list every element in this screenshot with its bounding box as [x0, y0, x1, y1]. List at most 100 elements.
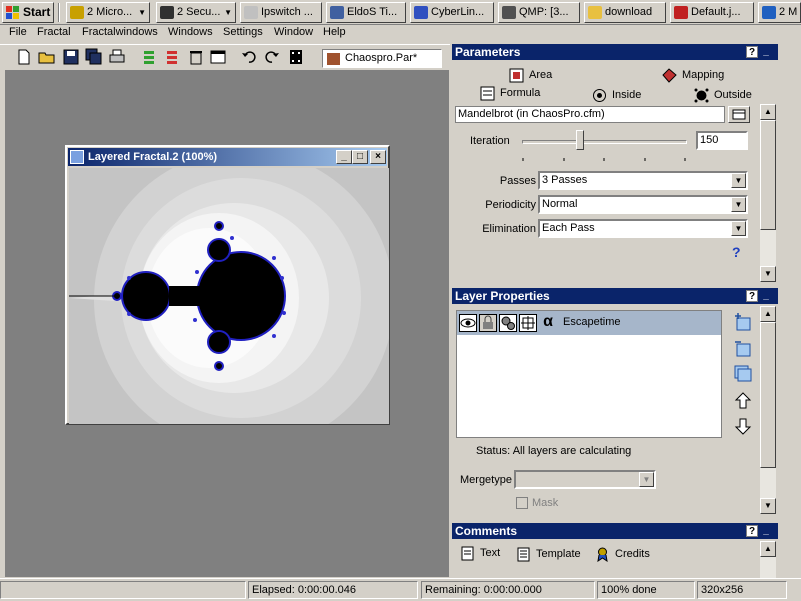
help-icon[interactable]: ?	[746, 290, 758, 302]
formula-name-field[interactable]: Mandelbrot (in ChaosPro.cfm)	[455, 106, 725, 123]
mask-checkbox[interactable]	[516, 497, 528, 509]
periodicity-select[interactable]: Normal ▼	[538, 195, 748, 214]
chevron-down-icon[interactable]: ▼	[731, 197, 746, 212]
periodicity-label: Periodicity	[485, 199, 536, 211]
fractal-window[interactable]: Layered Fractal.2 (100%) _ □ ×	[65, 145, 390, 425]
taskbar-item[interactable]: 2 Micro... ▼	[66, 2, 150, 23]
move-layer-down-icon[interactable]	[733, 416, 753, 436]
start-button[interactable]: Start	[2, 2, 54, 23]
tab-formula[interactable]: Formula	[478, 84, 541, 103]
tab-template[interactable]: Template	[514, 545, 581, 564]
status-size: 320x256	[697, 581, 787, 599]
taskbar-item[interactable]: 2 Secu... ▼	[156, 2, 236, 23]
taskbar-item[interactable]: Ipswitch ...	[240, 2, 322, 23]
question-icon[interactable]: ?	[732, 244, 741, 260]
insert-layer-icon[interactable]	[733, 338, 753, 358]
tab-credits[interactable]: Credits	[593, 545, 650, 564]
tab-text[interactable]: Text	[458, 544, 500, 563]
save-icon[interactable]	[62, 48, 80, 66]
taskbar-item[interactable]: Default.j...	[670, 2, 754, 23]
transform-icon[interactable]	[519, 314, 537, 332]
help-icon[interactable]: ?	[746, 525, 758, 537]
elimination-value: Each Pass	[542, 222, 595, 234]
add-layer-icon[interactable]	[733, 312, 753, 332]
tab-mapping[interactable]: Mapping	[660, 66, 724, 85]
chevron-down-icon[interactable]: ▼	[731, 221, 746, 236]
iteration-slider-thumb[interactable]	[575, 130, 584, 150]
chevron-down-icon[interactable]: ▼	[639, 472, 654, 487]
taskbar-item-label: 2 Secu...	[177, 6, 221, 18]
tab-outside[interactable]: Outside	[692, 86, 752, 105]
menu-settings[interactable]: Settings	[223, 26, 263, 38]
layer-remove-icon[interactable]	[163, 48, 181, 66]
save-all-icon[interactable]	[85, 48, 103, 66]
menu-file[interactable]: File	[9, 26, 27, 38]
mergetype-select[interactable]: ▼	[514, 470, 656, 489]
folder-clock-icon	[70, 6, 84, 19]
scroll-up-icon[interactable]: ▲	[760, 306, 776, 322]
minimize-icon[interactable]: _	[760, 290, 772, 302]
inside-icon	[592, 88, 607, 103]
new-file-icon[interactable]	[15, 48, 33, 66]
layer-add-icon[interactable]	[140, 48, 158, 66]
menu-window[interactable]: Window	[274, 26, 313, 38]
scroll-thumb[interactable]	[760, 120, 776, 230]
tab-area[interactable]: Area	[507, 66, 552, 85]
help-icon[interactable]: ?	[746, 46, 758, 58]
scroll-up-icon[interactable]: ▲	[760, 104, 776, 120]
formula-icon	[480, 86, 495, 101]
scroll-thumb[interactable]	[760, 322, 776, 468]
menu-help[interactable]: Help	[323, 26, 346, 38]
taskbar-item[interactable]: EldoS Ti...	[326, 2, 406, 23]
windows-logo-icon	[6, 6, 20, 19]
comments-scrollbar[interactable]: ▲	[760, 541, 776, 578]
layer-row[interactable]: α Escapetime	[457, 311, 721, 335]
formula-browse-icon[interactable]	[728, 106, 750, 123]
iteration-slider-track[interactable]	[522, 140, 687, 144]
fractal-canvas[interactable]	[69, 168, 389, 424]
tab-inside[interactable]: Inside	[590, 86, 641, 105]
menu-fractalwindows[interactable]: Fractalwindows	[82, 26, 158, 38]
passes-select[interactable]: 3 Passes ▼	[538, 171, 748, 190]
passes-value: 3 Passes	[542, 174, 588, 186]
parameters-scrollbar[interactable]: ▲ ▼	[760, 104, 776, 282]
fractal-window-titlebar[interactable]: Layered Fractal.2 (100%) _ □ ×	[68, 148, 387, 166]
trash-icon[interactable]	[187, 48, 205, 66]
open-folder-icon[interactable]	[38, 48, 56, 66]
taskbar-separator	[58, 3, 60, 22]
window-icon[interactable]	[209, 48, 227, 66]
lock-icon[interactable]	[479, 314, 497, 332]
chevron-down-icon[interactable]: ▼	[731, 173, 746, 188]
layer-list[interactable]: α Escapetime	[456, 310, 722, 438]
layer-scrollbar[interactable]: ▲ ▼	[760, 306, 776, 514]
move-layer-up-icon[interactable]	[733, 391, 753, 411]
redo-icon[interactable]	[263, 48, 281, 66]
minimize-icon[interactable]: _	[760, 46, 772, 58]
scroll-down-icon[interactable]: ▼	[760, 266, 776, 282]
minimize-button[interactable]: _	[336, 150, 352, 164]
menu-windows[interactable]: Windows	[168, 26, 213, 38]
maximize-button[interactable]: □	[352, 150, 368, 164]
close-button[interactable]: ×	[370, 150, 386, 164]
iteration-input[interactable]: 150	[696, 131, 748, 150]
gears-icon[interactable]	[499, 314, 517, 332]
parameter-file-selector[interactable]: Chaospro.Par*	[322, 49, 442, 68]
scroll-down-icon[interactable]: ▼	[760, 498, 776, 514]
area-icon	[509, 68, 524, 83]
undo-icon[interactable]	[240, 48, 258, 66]
taskbar-item[interactable]: CyberLin...	[410, 2, 494, 23]
layer-name: Escapetime	[563, 316, 621, 328]
alpha-icon[interactable]: α	[539, 312, 557, 332]
elimination-select[interactable]: Each Pass ▼	[538, 219, 748, 238]
duplicate-layer-icon[interactable]	[733, 364, 753, 384]
qmp-icon	[502, 6, 516, 19]
scroll-up-icon[interactable]: ▲	[760, 541, 776, 557]
eye-icon[interactable]	[459, 314, 477, 332]
minimize-icon[interactable]: _	[760, 525, 772, 537]
taskbar-item[interactable]: 2 M	[758, 2, 801, 23]
taskbar-item[interactable]: QMP: [3...	[498, 2, 580, 23]
print-icon[interactable]	[108, 48, 126, 66]
taskbar-item[interactable]: download	[584, 2, 666, 23]
film-icon[interactable]	[287, 48, 305, 66]
menu-fractal[interactable]: Fractal	[37, 26, 71, 38]
